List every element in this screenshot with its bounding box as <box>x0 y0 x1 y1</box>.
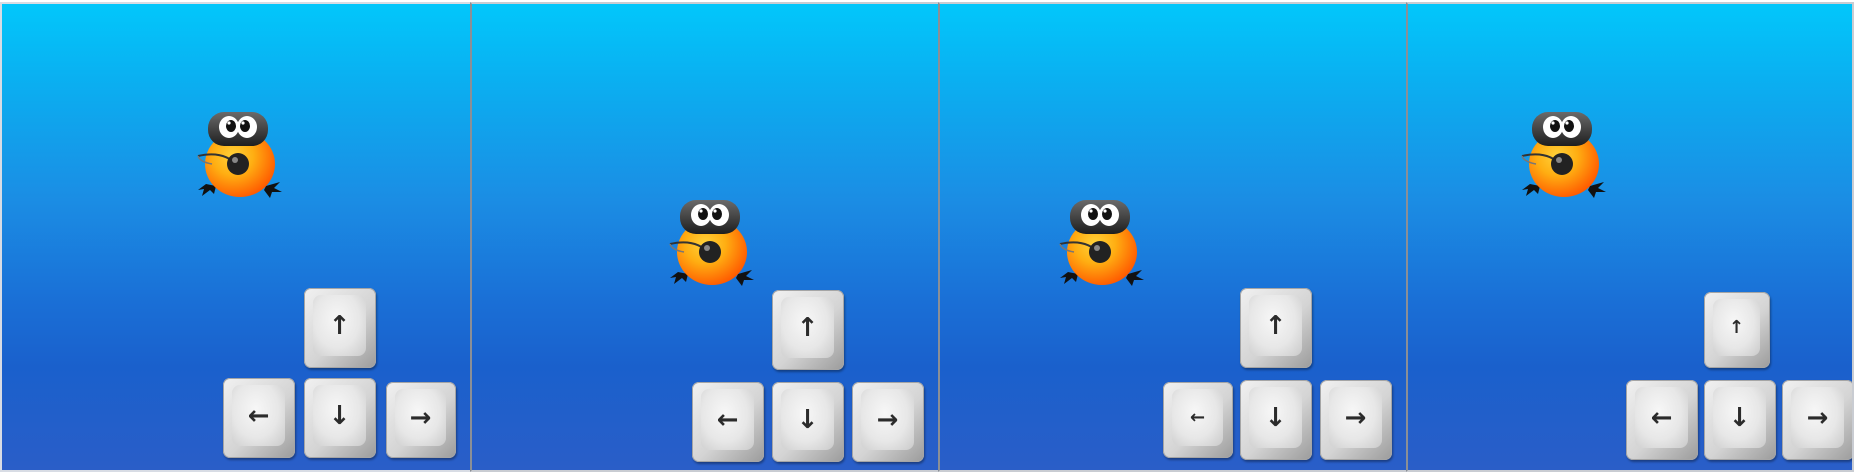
right-arrow-key[interactable]: → <box>852 382 924 462</box>
game-panel-1: ↑ ← ↓ → <box>0 2 472 472</box>
right-arrow-icon: → <box>1329 387 1382 448</box>
bird-icon <box>194 106 286 202</box>
bird-character <box>194 106 286 202</box>
up-arrow-key[interactable]: ↑ <box>1704 292 1770 368</box>
down-arrow-icon: ↓ <box>781 389 834 450</box>
down-arrow-icon: ↓ <box>313 385 366 446</box>
right-arrow-key[interactable]: → <box>1320 380 1392 460</box>
game-panel-2: ↑ ← ↓ → <box>470 2 940 472</box>
bird-icon <box>1056 194 1148 290</box>
up-arrow-key[interactable]: ↑ <box>1240 288 1312 368</box>
down-arrow-icon: ↓ <box>1713 387 1766 448</box>
bird-character <box>1056 194 1148 290</box>
bird-icon <box>666 194 758 290</box>
down-arrow-key[interactable]: ↓ <box>1240 380 1312 460</box>
left-arrow-key[interactable]: ← <box>1626 380 1698 460</box>
left-arrow-icon: ← <box>1172 389 1223 446</box>
bird-icon <box>1518 106 1610 202</box>
down-arrow-key[interactable]: ↓ <box>304 378 376 458</box>
up-arrow-icon: ↑ <box>1713 299 1760 356</box>
left-arrow-icon: ← <box>701 389 754 450</box>
up-arrow-icon: ↑ <box>313 295 366 356</box>
right-arrow-icon: → <box>1791 387 1844 448</box>
left-arrow-icon: ← <box>1635 387 1688 448</box>
bird-character <box>1518 106 1610 202</box>
down-arrow-key[interactable]: ↓ <box>772 382 844 462</box>
right-arrow-icon: → <box>861 389 914 450</box>
down-arrow-key[interactable]: ↓ <box>1704 380 1776 460</box>
right-arrow-key[interactable]: → <box>1782 380 1852 460</box>
up-arrow-key[interactable]: ↑ <box>304 288 376 368</box>
bird-character <box>666 194 758 290</box>
left-arrow-key[interactable]: ← <box>692 382 764 462</box>
game-panel-3: ↑ ← ↓ → <box>938 2 1408 472</box>
down-arrow-icon: ↓ <box>1249 387 1302 448</box>
right-arrow-icon: → <box>395 389 446 446</box>
up-arrow-icon: ↑ <box>1249 295 1302 356</box>
up-arrow-key[interactable]: ↑ <box>772 290 844 370</box>
left-arrow-key[interactable]: ← <box>1163 382 1233 458</box>
left-arrow-key[interactable]: ← <box>223 378 295 458</box>
game-panel-4: ↑ ← ↓ → <box>1406 2 1854 472</box>
left-arrow-icon: ← <box>232 385 285 446</box>
right-arrow-key[interactable]: → <box>386 382 456 458</box>
up-arrow-icon: ↑ <box>781 297 834 358</box>
